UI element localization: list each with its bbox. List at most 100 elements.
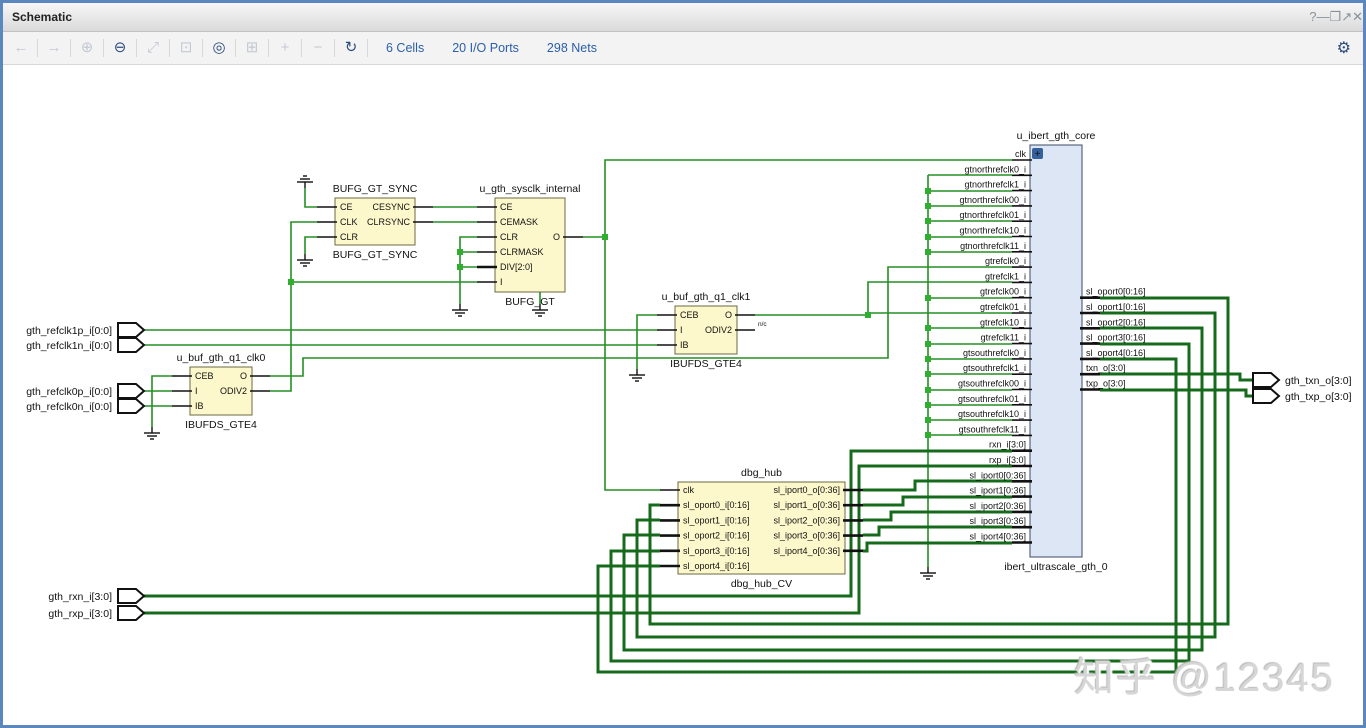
cell-type-label: IBUFDS_GTE4: [670, 358, 742, 370]
autofit-selection-icon[interactable]: ⊞: [240, 36, 264, 60]
pin-label: CLRMASK: [500, 247, 544, 257]
net-wire[interactable]: [583, 160, 1012, 237]
pin-label: gtsouthrefclk1_i: [963, 363, 1026, 373]
pin-label: gtrefclk11_i: [981, 333, 1026, 343]
output-port[interactable]: [1253, 373, 1279, 387]
pin-label: sl_oport2[0:16]: [1086, 317, 1146, 327]
port-label: gth_refclk0n_i[0:0]: [26, 401, 112, 413]
stat-link-2[interactable]: 298 Nets: [547, 41, 597, 55]
pin-label: O: [725, 310, 732, 320]
cell-instance-name: u_buf_gth_q1_clk0: [177, 352, 266, 364]
port-label: gth_refclk1p_i[0:0]: [26, 325, 112, 337]
net-junction: [288, 279, 294, 285]
pin-label: gtrefclk00_i: [980, 287, 1026, 297]
cell-instance-name: u_ibert_gth_core: [1017, 130, 1096, 142]
net-wire[interactable]: [868, 313, 1012, 315]
net-wire[interactable]: [152, 376, 172, 427]
crosshair-icon[interactable]: ◎: [207, 36, 231, 60]
pin-label: O: [240, 371, 247, 381]
minimize-button[interactable]: —: [1317, 9, 1330, 24]
net-junction: [925, 371, 931, 377]
bus-wire[interactable]: [144, 451, 1012, 596]
expand-icon[interactable]: +: [273, 36, 297, 60]
pin-label: sl_oport4_i[0:16]: [683, 561, 750, 571]
bus-wire[interactable]: [144, 466, 1012, 613]
back-icon[interactable]: ←: [9, 36, 33, 60]
pin-label: I: [195, 386, 198, 396]
net-wire[interactable]: [605, 237, 660, 490]
net-wire[interactable]: [305, 188, 317, 207]
output-port[interactable]: [1253, 389, 1279, 403]
port-label: gth_refclk0p_i[0:0]: [26, 386, 112, 398]
pin-label: gtsouthrefclk00_i: [958, 379, 1026, 389]
cell-u_ibert_gth_core[interactable]: [1030, 145, 1082, 557]
pin-label: gtrefclk1_i: [985, 271, 1026, 281]
pin-label: clk: [1015, 149, 1026, 159]
pin-label: sl_oport0_i[0:16]: [683, 500, 750, 510]
input-port[interactable]: [118, 384, 144, 398]
port-label: gth_txp_o[3:0]: [1285, 391, 1352, 403]
net-junction: [925, 432, 931, 438]
collapse-icon[interactable]: −: [306, 36, 330, 60]
input-port[interactable]: [118, 323, 144, 337]
pin-label: IB: [195, 401, 204, 411]
pin-label: CLR: [340, 232, 359, 242]
pin-label: gtsouthrefclk0_i: [963, 348, 1026, 358]
pin-label: sl_iport1[0:36]: [969, 486, 1026, 496]
title-bar: Schematic ?—❐↗✕: [3, 3, 1363, 32]
pin-label: sl_iport0[0:36]: [969, 470, 1026, 480]
pin-label: ODIV2: [220, 386, 247, 396]
input-port[interactable]: [118, 606, 144, 620]
net-wire[interactable]: [270, 222, 317, 391]
input-port[interactable]: [118, 338, 144, 352]
cell-instance-name: u_gth_sysclk_internal: [480, 183, 581, 195]
pin-label: gtrefclk01_i: [980, 302, 1026, 312]
input-port[interactable]: [118, 399, 144, 413]
refresh-icon[interactable]: ↻: [339, 36, 363, 60]
cell-u_gth_sysclk_internal[interactable]: [495, 198, 565, 292]
pin-label: CLK: [340, 217, 358, 227]
float-button[interactable]: ↗: [1341, 9, 1352, 24]
net-junction: [925, 356, 931, 362]
pin-label: sl_iport3[0:36]: [969, 516, 1026, 526]
net-wire[interactable]: [460, 237, 477, 304]
net-junction: [925, 234, 931, 240]
toolbar-separator: [169, 39, 170, 57]
pin-label: CESYNC: [372, 202, 410, 212]
net-junction: [865, 312, 871, 318]
net-wire[interactable]: [637, 315, 657, 369]
pin-label: sl_iport1_o[0:36]: [773, 500, 840, 510]
pin-label: gtnorthrefclk10_i: [959, 226, 1026, 236]
stat-link-0[interactable]: 6 Cells: [386, 41, 424, 55]
cell-instance-name: dbg_hub: [741, 467, 782, 479]
input-port[interactable]: [118, 589, 144, 603]
net-wire[interactable]: [305, 237, 317, 254]
cell-type-label: ibert_ultrascale_gth_0: [1004, 561, 1107, 573]
pin-label: DIV[2:0]: [500, 262, 533, 272]
zoom-selection-icon[interactable]: ⊡: [174, 36, 198, 60]
forward-icon[interactable]: →: [42, 36, 66, 60]
pin-label: CEMASK: [500, 217, 538, 227]
expand-icon-glyph: +: [1035, 149, 1041, 160]
zoom-fit-icon[interactable]: ⤢: [141, 36, 165, 60]
schematic-svg: BUFG_GT_SYNCBUFG_GT_SYNCCECLKCLRCESYNCCL…: [3, 65, 1363, 725]
settings-gear-icon[interactable]: ⚙: [1337, 38, 1351, 58]
pin-label: sl_iport2[0:36]: [969, 501, 1026, 511]
help-button[interactable]: ?: [1309, 9, 1316, 24]
close-button[interactable]: ✕: [1352, 9, 1363, 24]
toolbar-separator: [37, 39, 38, 57]
pin-label: O: [553, 232, 560, 242]
schematic-canvas[interactable]: BUFG_GT_SYNCBUFG_GT_SYNCCECLKCLRCESYNCCL…: [3, 65, 1363, 725]
restore-button[interactable]: ❐: [1330, 9, 1342, 24]
net-wire[interactable]: [270, 267, 1012, 376]
pin-label: CE: [500, 202, 513, 212]
zoom-in-icon[interactable]: ⊕: [75, 36, 99, 60]
pin-label: gtnorthrefclk00_i: [959, 195, 1026, 205]
bus-wire[interactable]: [863, 543, 1012, 551]
stat-link-1[interactable]: 20 I/O Ports: [452, 41, 519, 55]
pin-label: txn_o[3:0]: [1086, 363, 1126, 373]
pin-label: sl_oport1_i[0:16]: [683, 515, 750, 525]
toolbar-separator: [367, 39, 368, 57]
pin-label: sl_oport3_i[0:16]: [683, 546, 750, 556]
zoom-out-icon[interactable]: ⊖: [108, 36, 132, 60]
